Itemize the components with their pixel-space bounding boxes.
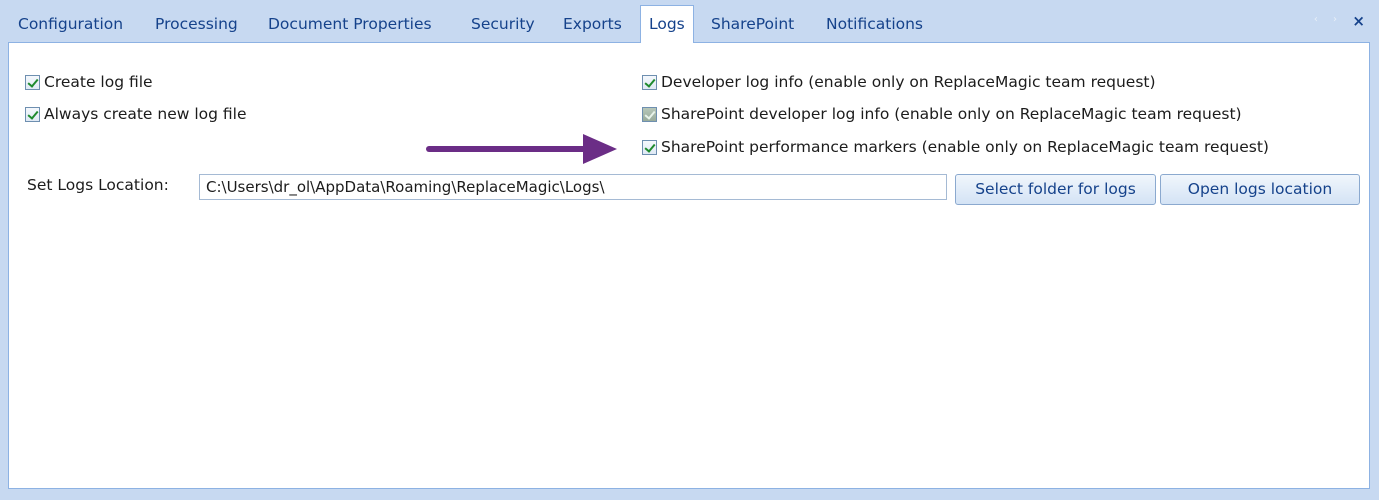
checkbox-checked-icon[interactable] — [25, 106, 40, 122]
tab-document-properties[interactable]: Document Properties — [262, 6, 438, 42]
tab-scroll-arrows-icon[interactable]: ‹ › — [1314, 14, 1343, 25]
tab-logs[interactable]: Logs — [640, 5, 694, 43]
tab-notifications[interactable]: Notifications — [820, 6, 929, 42]
open-logs-location-button[interactable]: Open logs location — [1160, 174, 1360, 205]
checkbox-checked-icon[interactable] — [642, 74, 657, 90]
sharepoint-performance-markers-checkbox[interactable]: SharePoint performance markers (enable o… — [642, 138, 1269, 156]
annotation-arrow-icon — [426, 134, 617, 164]
tab-security[interactable]: Security — [465, 6, 541, 42]
logs-location-input[interactable] — [199, 174, 947, 200]
close-icon[interactable]: × — [1352, 12, 1365, 30]
app-window: Configuration Processing Document Proper… — [0, 0, 1379, 500]
logs-location-label: Set Logs Location: — [27, 176, 169, 194]
tab-sharepoint[interactable]: SharePoint — [705, 6, 800, 42]
developer-log-info-label: Developer log info (enable only on Repla… — [661, 73, 1156, 91]
arrow-head — [583, 134, 617, 164]
tab-configuration[interactable]: Configuration — [12, 6, 129, 42]
select-folder-button[interactable]: Select folder for logs — [955, 174, 1156, 205]
tab-processing[interactable]: Processing — [149, 6, 244, 42]
sharepoint-developer-log-info-label: SharePoint developer log info (enable on… — [661, 105, 1242, 123]
checkbox-checked-icon[interactable] — [25, 74, 40, 90]
checkbox-checked-icon[interactable] — [642, 139, 657, 155]
sharepoint-developer-log-info-checkbox[interactable]: SharePoint developer log info (enable on… — [642, 105, 1242, 123]
always-new-log-file-label: Always create new log file — [44, 105, 247, 123]
developer-log-info-checkbox[interactable]: Developer log info (enable only on Repla… — [642, 73, 1156, 91]
create-log-file-checkbox[interactable]: Create log file — [25, 73, 153, 91]
tab-bar: Configuration Processing Document Proper… — [0, 0, 1379, 44]
always-new-log-file-checkbox[interactable]: Always create new log file — [25, 105, 247, 123]
sharepoint-performance-markers-label: SharePoint performance markers (enable o… — [661, 138, 1269, 156]
create-log-file-label: Create log file — [44, 73, 153, 91]
tab-exports[interactable]: Exports — [557, 6, 628, 42]
logs-panel: Create log file Always create new log fi… — [8, 42, 1370, 489]
checkbox-checked-icon[interactable] — [642, 106, 657, 122]
